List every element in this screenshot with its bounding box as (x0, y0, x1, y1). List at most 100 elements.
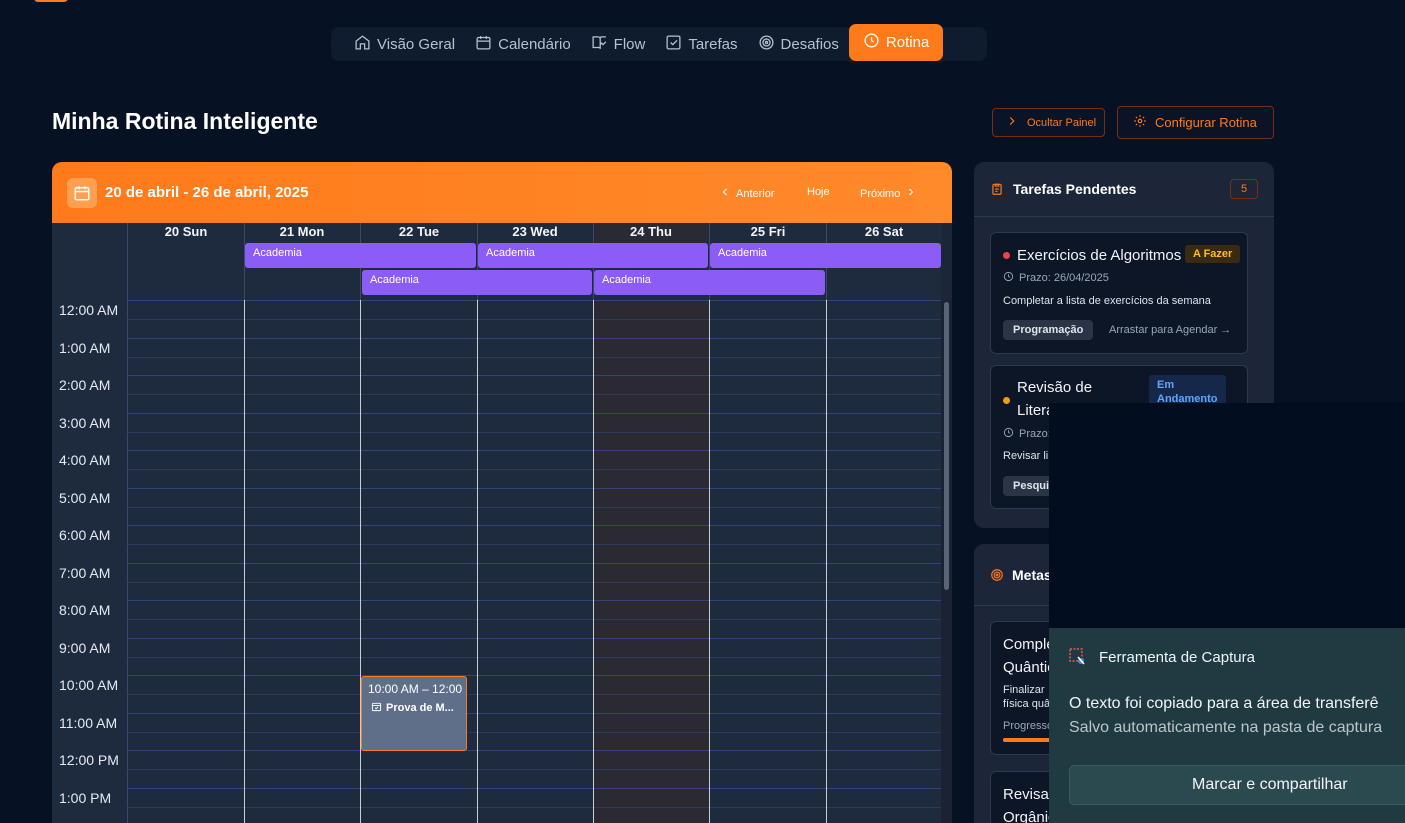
day-header-today: 24 Thu (593, 224, 709, 242)
notification-title: O texto foi copiado para a área de trans… (1069, 695, 1379, 712)
drag-to-schedule[interactable]: Arrastar para Agendar → (1109, 324, 1231, 336)
day-header: 22 Tue (361, 224, 477, 242)
hour-label: 10:00 AM (59, 677, 119, 693)
hour-label: 6:00 AM (59, 527, 111, 543)
today-button[interactable]: Hoje (807, 186, 830, 198)
task-count-badge: 5 (1230, 179, 1258, 199)
half-hour-gridline (127, 694, 941, 695)
hour-row[interactable]: 11:00 AM (52, 712, 941, 751)
divider (974, 216, 1274, 217)
app-logo-fragment (34, 0, 68, 2)
half-hour-gridline (127, 506, 941, 508)
calendar-check-icon (371, 701, 382, 715)
task-title: Revisão de (1017, 379, 1093, 396)
book-icon (591, 34, 608, 55)
half-hour-gridline (127, 731, 941, 733)
hour-label: 12:00 PM (59, 752, 119, 768)
hour-label: 5:00 AM (59, 489, 111, 506)
home-icon (354, 34, 371, 55)
hour-gridline (127, 487, 941, 489)
day-header: 26 Sat (826, 224, 942, 242)
main-nav: Visão Geral Calendário Flow Tarefas Desa… (331, 24, 987, 61)
hour-gridline (127, 787, 941, 789)
hour-label: 11:00 AM (59, 714, 118, 731)
snipping-tool-icon (1069, 648, 1087, 666)
hide-panel-button[interactable]: Ocultar Painel (992, 108, 1105, 137)
routine-calendar: 20 de abril - 26 de abril, 2025 Anterior… (52, 162, 952, 823)
hour-gridline (127, 750, 941, 751)
allday-event[interactable]: Academia (594, 270, 825, 295)
hour-gridline (127, 675, 941, 676)
calendar-icon (67, 178, 97, 208)
tab-desafios[interactable]: Desafios (748, 27, 849, 61)
page-title: Minha Rotina Inteligente (52, 108, 318, 134)
hour-row[interactable]: 1:00 AM (52, 337, 941, 376)
divider (593, 300, 594, 823)
tab-tarefas[interactable]: Tarefas (655, 27, 747, 61)
hour-row[interactable]: 1:00 PM (52, 787, 941, 823)
panel-title: Metas (1012, 567, 1052, 583)
notification-app-name: Ferramenta de Captura (1099, 649, 1255, 666)
half-hour-gridline (127, 319, 941, 320)
tab-flow[interactable]: Flow (581, 27, 656, 61)
target-icon (758, 34, 775, 55)
goal-title: Quântic (1003, 659, 1055, 676)
hour-gridline (127, 375, 941, 376)
half-hour-gridline (127, 656, 941, 658)
half-hour-gridline (127, 469, 941, 470)
priority-dot (1003, 252, 1010, 259)
hour-row[interactable]: 7:00 AM (52, 562, 941, 601)
allday-event[interactable]: Academia (478, 243, 708, 268)
hour-row[interactable]: 12:00 PM (52, 750, 941, 788)
day-header: 23 Wed (477, 224, 593, 242)
hour-gridline (127, 337, 941, 339)
allday-event[interactable]: Academia (362, 270, 592, 295)
goal-description: Finalizar (1003, 684, 1045, 696)
hour-gridline (127, 600, 941, 601)
divider (709, 300, 710, 823)
task-title: Exercícios de Algoritmos (1017, 247, 1182, 264)
hour-row[interactable]: 8:00 AM (52, 600, 941, 638)
previous-week-button[interactable]: Anterior (719, 186, 775, 201)
hour-row[interactable]: 5:00 AM (52, 487, 941, 526)
allday-event[interactable]: Academia (245, 243, 476, 268)
timed-event[interactable]: 10:00 AM – 12:00 PM Prova de M... (361, 676, 467, 751)
hour-row[interactable]: 9:00 AM (52, 637, 941, 676)
chevron-right-icon (1005, 114, 1019, 131)
hour-row[interactable]: 3:00 AM (52, 412, 941, 451)
hour-gridline (127, 562, 941, 564)
tab-calendario[interactable]: Calendário (465, 27, 581, 61)
clock-icon (1003, 427, 1014, 441)
hour-row[interactable]: 6:00 AM (52, 525, 941, 563)
hour-gridline (127, 450, 941, 451)
scrollbar-thumb[interactable] (944, 302, 949, 590)
markup-and-share-button[interactable]: Marcar e compartilhar (1069, 765, 1405, 805)
goal-title: Revisar (1003, 786, 1054, 803)
chevron-right-icon (905, 186, 917, 201)
hour-gridline (127, 525, 941, 526)
half-hour-gridline (127, 581, 941, 583)
half-hour-gridline (127, 356, 941, 358)
snipping-tool-notification[interactable]: Ferramenta de Captura O texto foi copiad… (1049, 628, 1405, 823)
hour-row[interactable]: 10:00 AM (52, 675, 941, 713)
hour-row[interactable]: 2:00 AM (52, 375, 941, 413)
tab-visao-geral[interactable]: Visão Geral (344, 27, 465, 61)
divider (244, 300, 245, 823)
hour-row[interactable]: 4:00 AM (52, 450, 941, 488)
half-hour-gridline (127, 431, 941, 433)
target-icon (990, 568, 1004, 587)
next-week-button[interactable]: Próximo (860, 186, 917, 201)
goal-description: física quâ (1003, 698, 1051, 710)
task-description: Completar a lista de exercícios da seman… (1003, 295, 1211, 307)
hour-label: 4:00 AM (59, 452, 111, 468)
event-title: Prova de M... (371, 701, 454, 715)
half-hour-gridline (127, 394, 941, 395)
task-card[interactable]: Exercícios de Algoritmos A Fazer Prazo: … (990, 232, 1248, 354)
hour-label: 7:00 AM (59, 564, 111, 581)
tab-rotina[interactable]: Rotina (848, 24, 944, 61)
hour-row[interactable]: 12:00 AM (52, 300, 941, 338)
configure-routine-button[interactable]: Configurar Rotina (1117, 106, 1274, 139)
allday-event[interactable]: Academia (710, 243, 941, 268)
hour-label: 1:00 AM (59, 339, 111, 356)
half-hour-gridline (127, 544, 941, 545)
